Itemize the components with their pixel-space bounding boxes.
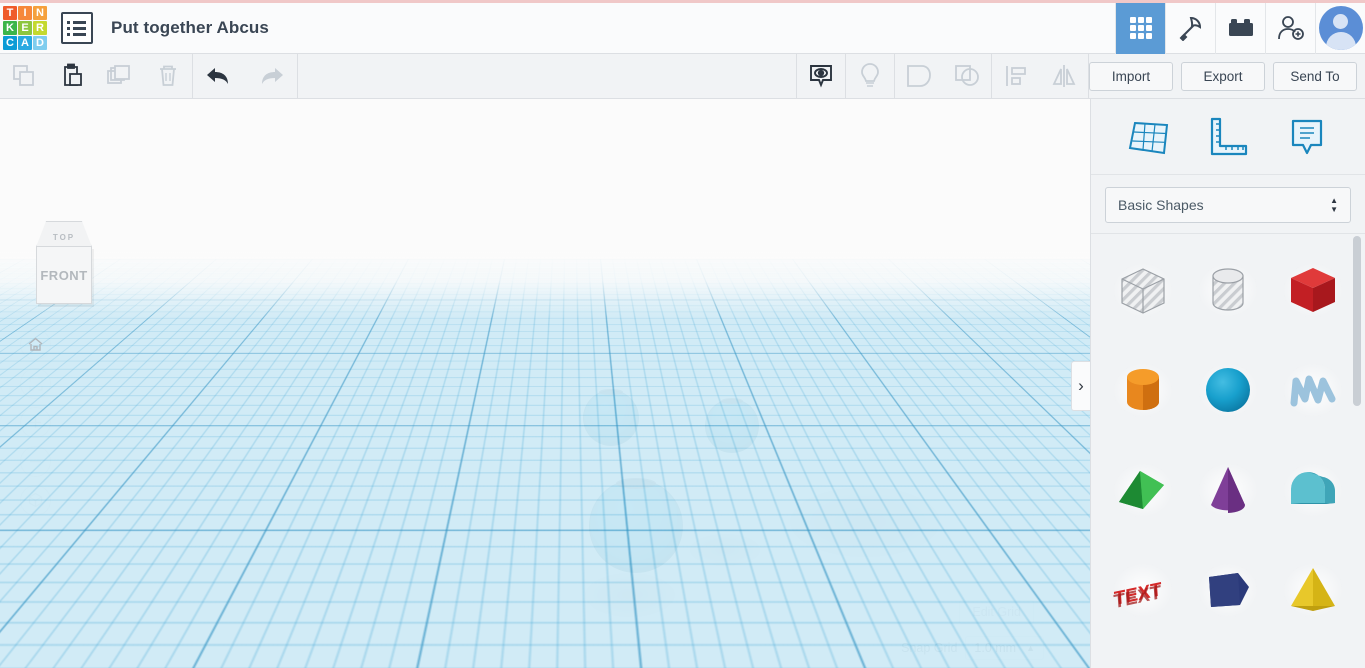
duplicate-icon[interactable] (96, 54, 144, 98)
logo-tile-a: A (18, 36, 32, 50)
sphere-shadow-right (790, 487, 940, 557)
export-button[interactable]: Export (1181, 61, 1265, 91)
user-avatar[interactable] (1315, 2, 1365, 54)
shape-text[interactable]: TEXT TEXT (1101, 540, 1186, 640)
fit-view-button[interactable] (20, 368, 51, 399)
shape-box-hole[interactable] (1101, 240, 1186, 340)
import-button[interactable]: Import (1089, 61, 1173, 91)
apps-grid-icon[interactable] (1115, 2, 1165, 54)
shape-roof[interactable] (1101, 440, 1186, 540)
redo-icon[interactable] (245, 54, 297, 98)
shape-category-wrap: Basic Shapes ▲ ▼ (1091, 175, 1365, 233)
shape-pyramid[interactable] (1270, 540, 1355, 640)
shape-partial-left[interactable] (1101, 640, 1186, 668)
copy-icon[interactable] (0, 54, 48, 98)
shape-halfcylinder[interactable] (1270, 440, 1355, 540)
shape-category-value: Basic Shapes (1118, 197, 1204, 213)
avatar (1318, 6, 1363, 50)
shape-partial-center[interactable] (1186, 640, 1271, 668)
shape-cylinder[interactable] (1101, 340, 1186, 440)
undo-icon[interactable] (193, 54, 245, 98)
shape-scrollbar-thumb[interactable] (1353, 236, 1361, 406)
shape-sphere[interactable] (1186, 340, 1271, 440)
group-icon[interactable] (895, 54, 943, 98)
sphere-small-left[interactable] (583, 389, 639, 446)
page-title[interactable]: Put together Abcus (111, 18, 269, 38)
snap-grid-value: 1.0 mm (974, 641, 1017, 655)
snap-grid-label: Snap Grid (901, 641, 958, 655)
sphere-large-center[interactable] (589, 478, 683, 573)
shape-library-scroll[interactable]: TEXT TEXT (1091, 233, 1365, 668)
chevron-up-icon: ▲ (1026, 643, 1035, 653)
ortho-perspective-button[interactable] (20, 485, 51, 516)
tinkercad-logo[interactable]: T I N K E R C A D (3, 6, 47, 50)
shape-scrollbar-track[interactable] (1353, 234, 1363, 668)
pickaxe-icon[interactable] (1165, 2, 1215, 54)
notes-icon[interactable] (1284, 115, 1330, 159)
view-cube-top-label: TOP (52, 232, 76, 242)
snap-grid-control: Snap Grid 1.0 mm ▲ (901, 636, 1044, 660)
shapes-panel: Basic Shapes ▲ ▼ TEXT TEXT (1090, 99, 1365, 668)
panel-collapse-handle[interactable]: › (1071, 361, 1090, 411)
snap-grid-select[interactable]: 1.0 mm ▲ (965, 636, 1044, 660)
shape-partial-right[interactable] (1270, 640, 1355, 668)
sphere-shadow-bottom (585, 573, 675, 617)
add-person-icon[interactable] (1265, 2, 1315, 54)
edit-toolbar: Import Export Send To (0, 54, 1365, 99)
visibility-icon[interactable] (797, 54, 845, 98)
view-cube-front-label: FRONT (40, 267, 88, 283)
project-list-icon[interactable] (61, 12, 93, 44)
sphere-shadow-large (690, 534, 760, 566)
send-to-button[interactable]: Send To (1273, 61, 1357, 91)
logo-tile-d: D (33, 36, 47, 50)
logo-tile-c: C (3, 36, 17, 50)
workplane-grid[interactable] (0, 99, 1090, 259)
sphere-small-right[interactable] (705, 398, 759, 453)
shape-category-select[interactable]: Basic Shapes ▲ ▼ (1105, 187, 1351, 223)
header-actions (1115, 2, 1365, 54)
align-icon[interactable] (992, 54, 1040, 98)
shape-scribble[interactable] (1270, 340, 1355, 440)
paste-icon[interactable] (48, 54, 96, 98)
view-cube[interactable]: TOP FRONT (28, 221, 100, 311)
chevron-updown-icon: ▲ ▼ (1330, 196, 1338, 214)
view-cube-top-face[interactable]: TOP (36, 221, 92, 247)
mirror-icon[interactable] (1040, 54, 1088, 98)
logo-tile-n: N (33, 6, 47, 20)
shape-cylinder-hole[interactable] (1186, 240, 1271, 340)
home-view-button[interactable] (20, 329, 51, 360)
shape-cone[interactable] (1186, 440, 1271, 540)
app-header: T I N K E R C A D Put together Abcus (0, 2, 1365, 54)
shape-box[interactable] (1270, 240, 1355, 340)
zoom-out-button[interactable] (20, 446, 51, 477)
lightbulb-icon[interactable] (846, 54, 894, 98)
logo-tile-e: E (18, 21, 32, 35)
logo-tile-i: I (18, 6, 32, 20)
3d-canvas[interactable]: TOP FRONT Edit Grid Snap Grid 1.0 mm ▲ › (0, 99, 1090, 668)
workplane-icon[interactable] (1126, 115, 1172, 159)
lego-brick-icon[interactable] (1215, 2, 1265, 54)
logo-tile-r: R (33, 21, 47, 35)
view-nav-controls (20, 329, 51, 516)
zoom-in-button[interactable] (20, 407, 51, 438)
logo-tile-k: K (3, 21, 17, 35)
logo-tile-t: T (3, 6, 17, 20)
shape-polygon[interactable] (1186, 540, 1271, 640)
ruler-icon[interactable] (1205, 115, 1251, 159)
ungroup-icon[interactable] (943, 54, 991, 98)
shape-library-grid: TEXT TEXT (1091, 234, 1365, 668)
panel-tool-icons (1091, 99, 1365, 175)
delete-icon[interactable] (144, 54, 192, 98)
edit-grid-button[interactable]: Edit Grid (959, 600, 1034, 624)
view-cube-front-face[interactable]: FRONT (36, 246, 92, 304)
